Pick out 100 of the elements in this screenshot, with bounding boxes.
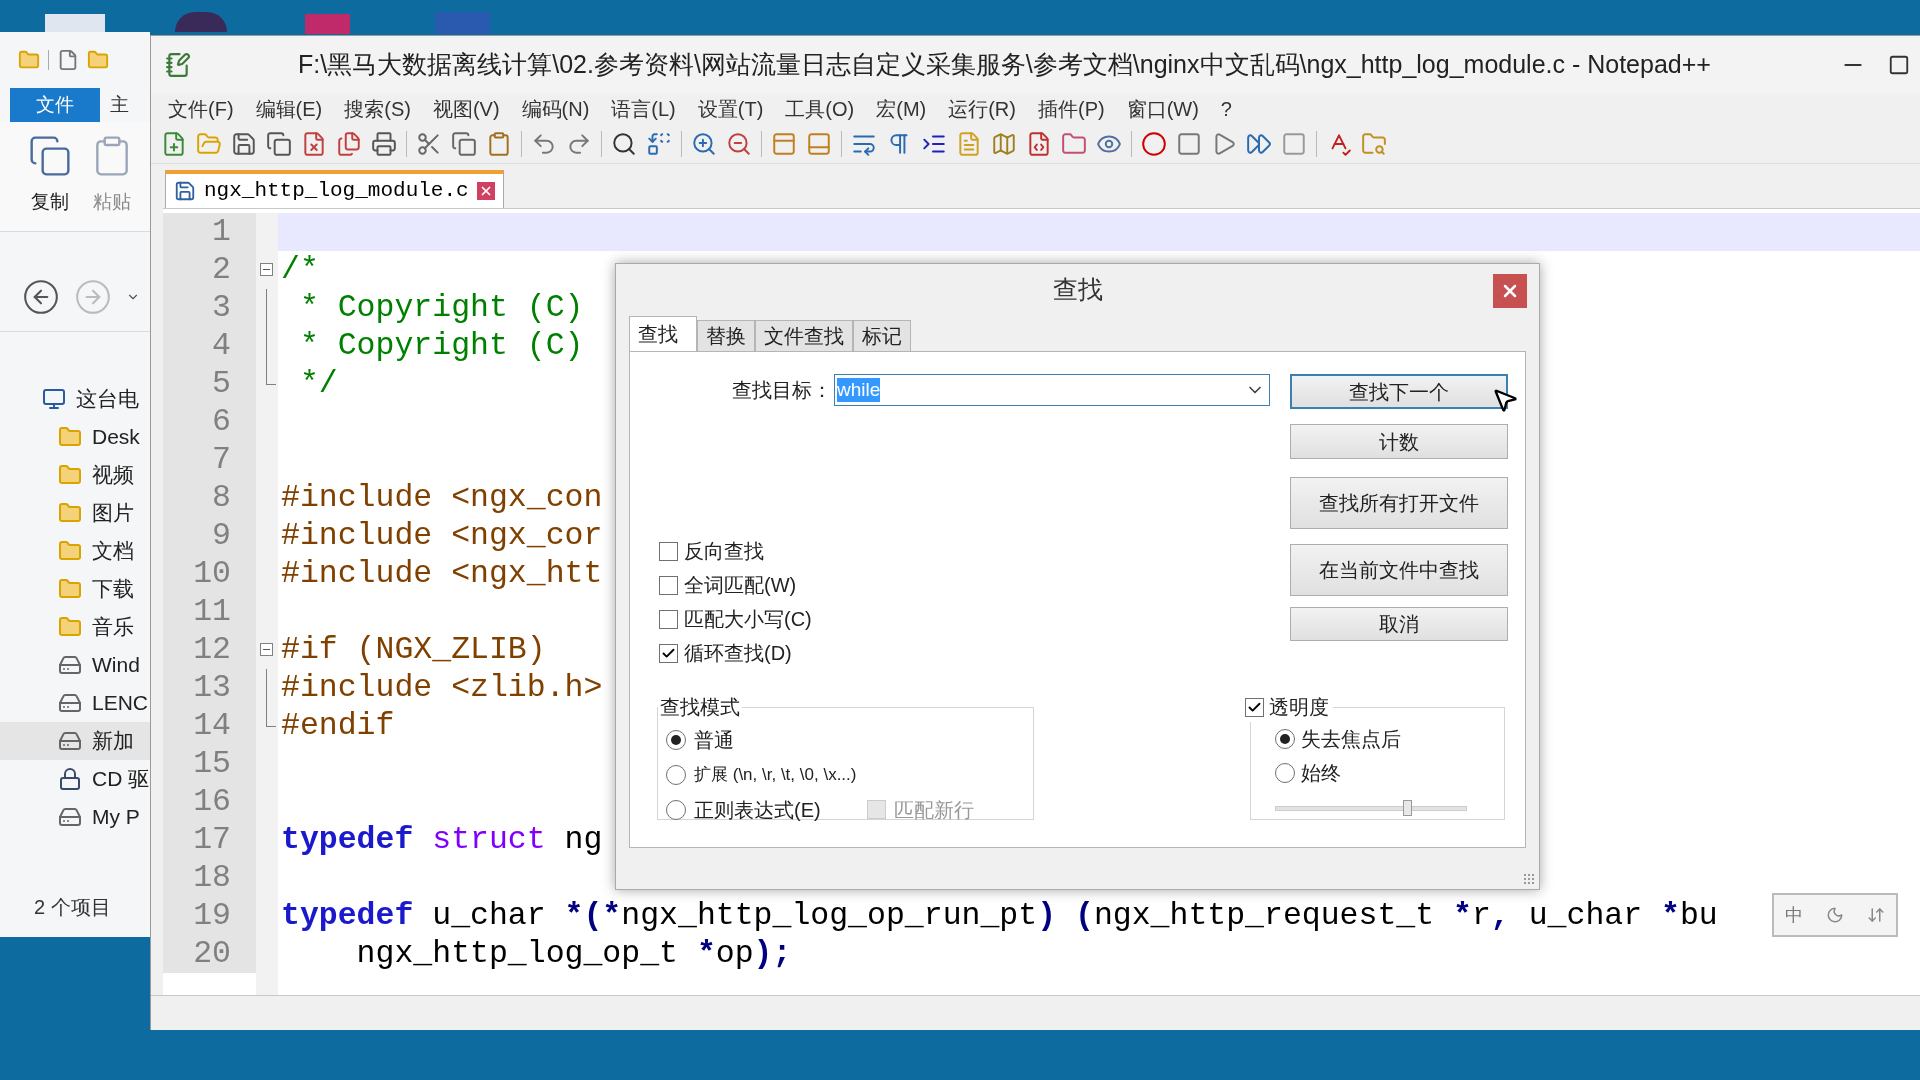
drive-icon <box>58 653 82 677</box>
menu-item[interactable]: 搜索(S) <box>333 94 422 124</box>
field-label: 查找目标： <box>731 378 833 403</box>
tree-label: Desk <box>92 424 140 451</box>
dialog-tab[interactable]: 替换 <box>697 320 755 351</box>
cut-icon[interactable] <box>416 130 442 157</box>
menu-item[interactable]: 运行(R) <box>937 94 1027 124</box>
tree-label: 视频 <box>92 462 134 489</box>
tree-label: 文档 <box>92 538 134 565</box>
ribbon-tab[interactable]: 主 <box>100 88 139 122</box>
line-number: 7 <box>163 441 256 479</box>
tree-item[interactable]: 新加 <box>0 722 150 760</box>
dialog-button[interactable]: 查找下一个 <box>1290 374 1508 409</box>
radio-button[interactable] <box>1275 729 1295 749</box>
record-icon[interactable] <box>1141 130 1167 157</box>
radio-button[interactable] <box>666 764 686 785</box>
save-icon[interactable] <box>231 130 257 157</box>
menu-item[interactable]: 工具(O) <box>774 94 866 124</box>
dialog-button[interactable]: 取消 <box>1290 607 1508 641</box>
menu-item[interactable]: 设置(T) <box>686 94 775 124</box>
panel-icon[interactable] <box>771 130 797 157</box>
menu-item[interactable]: 语言(L) <box>600 94 687 124</box>
fold-marker[interactable] <box>260 643 273 656</box>
checkbox[interactable] <box>659 541 678 561</box>
zoom-in-icon[interactable] <box>691 130 717 157</box>
search-icon[interactable] <box>611 130 637 157</box>
ribbon-tab[interactable]: 文件 <box>10 88 100 122</box>
tree-item[interactable]: 视频 <box>0 456 150 494</box>
tree-item[interactable]: Wind <box>0 646 150 684</box>
save-all-icon[interactable] <box>266 130 292 157</box>
radio-button[interactable] <box>666 729 686 750</box>
dialog-tab[interactable]: 查找 <box>629 316 697 351</box>
tree-item[interactable]: CD 驱 <box>0 760 150 798</box>
dialog-tab[interactable]: 文件查找 <box>755 320 853 351</box>
fold-marker[interactable] <box>260 263 273 276</box>
radio-button[interactable] <box>1275 763 1295 783</box>
menu-item[interactable]: 文件(F) <box>157 94 245 124</box>
slider-thumb[interactable] <box>1403 800 1413 816</box>
transparency-slider[interactable] <box>1275 800 1467 816</box>
punctuation-icon[interactable] <box>1866 906 1885 924</box>
panel-icon[interactable] <box>806 130 832 157</box>
file-tab[interactable]: ngx_http_log_module.c <box>165 170 504 208</box>
folder-icon[interactable] <box>1061 130 1087 157</box>
resize-grip-icon[interactable] <box>1523 873 1535 885</box>
line-number: 3 <box>163 289 256 327</box>
checkbox-label: 匹配新行 <box>893 797 974 823</box>
menu-item[interactable]: 窗口(W) <box>1115 94 1210 124</box>
code-line: * Copyright (C) <box>298 328 584 363</box>
tree-item[interactable]: 音乐 <box>0 608 150 646</box>
ime-mode[interactable]: 中 <box>1785 901 1804 929</box>
tree-item[interactable]: 这台电 <box>0 380 150 418</box>
line-number: 18 <box>163 859 256 897</box>
tree-item[interactable]: Desk <box>0 418 150 456</box>
tree-item[interactable]: LENC <box>0 684 150 722</box>
dialog-button[interactable]: 在当前文件中查找 <box>1290 544 1508 596</box>
ribbon-button[interactable]: 复制 <box>28 134 72 231</box>
line-number: 2 <box>163 251 256 289</box>
checkbox[interactable] <box>1245 697 1264 717</box>
print-icon[interactable] <box>371 130 397 157</box>
menu-item[interactable]: 宏(M) <box>865 94 938 124</box>
dialog-button[interactable]: 计数 <box>1290 424 1508 459</box>
save-macro-icon[interactable] <box>1281 130 1307 157</box>
dialog-button[interactable]: 查找所有打开文件 <box>1290 477 1508 529</box>
dialog-tab[interactable]: 标记 <box>853 320 911 351</box>
menu-item[interactable]: 编辑(E) <box>244 94 334 124</box>
code-line: #if (NGX_ZLIB) <box>281 632 546 667</box>
stop-icon[interactable] <box>1176 130 1202 157</box>
code-line: #include <ngx_cor <box>281 518 603 553</box>
paste-icon[interactable] <box>486 130 512 157</box>
folder-search-icon[interactable] <box>1361 130 1387 157</box>
new-file-icon[interactable] <box>161 130 187 157</box>
menu-item[interactable]: ? <box>1209 94 1243 124</box>
close-all-icon[interactable] <box>336 130 362 157</box>
menu-item[interactable]: 视图(V) <box>421 94 511 124</box>
tree-item[interactable]: 下载 <box>0 570 150 608</box>
tree-item[interactable]: 文档 <box>0 532 150 570</box>
moon-icon[interactable] <box>1826 906 1844 924</box>
maximize-icon[interactable] <box>1888 54 1910 76</box>
folder-icon <box>58 425 82 449</box>
close-icon[interactable] <box>476 182 495 200</box>
ime-toolbar[interactable]: 中 <box>1772 893 1898 937</box>
copy-icon[interactable] <box>451 130 477 157</box>
line-number: 9 <box>163 517 256 555</box>
close-button[interactable] <box>1493 274 1527 308</box>
function-list-icon[interactable] <box>1026 130 1052 157</box>
desktop-icon[interactable] <box>175 12 227 32</box>
menu-item[interactable]: 插件(P) <box>1026 94 1116 124</box>
checkbox[interactable] <box>659 643 678 663</box>
checkbox[interactable] <box>659 575 678 595</box>
tree-item[interactable]: My P <box>0 798 150 836</box>
checkbox[interactable] <box>659 609 678 629</box>
tree-item[interactable]: 图片 <box>0 494 150 532</box>
zoom-out-icon[interactable] <box>726 130 752 157</box>
radio-button[interactable] <box>666 799 686 820</box>
file-icon[interactable] <box>57 49 79 71</box>
replace-icon[interactable] <box>646 130 672 157</box>
menu-item[interactable]: 编码(N) <box>510 94 601 124</box>
code-line: * Copyright (C) <box>298 290 584 325</box>
back-icon[interactable] <box>22 277 60 316</box>
close-file-icon[interactable] <box>301 130 327 157</box>
